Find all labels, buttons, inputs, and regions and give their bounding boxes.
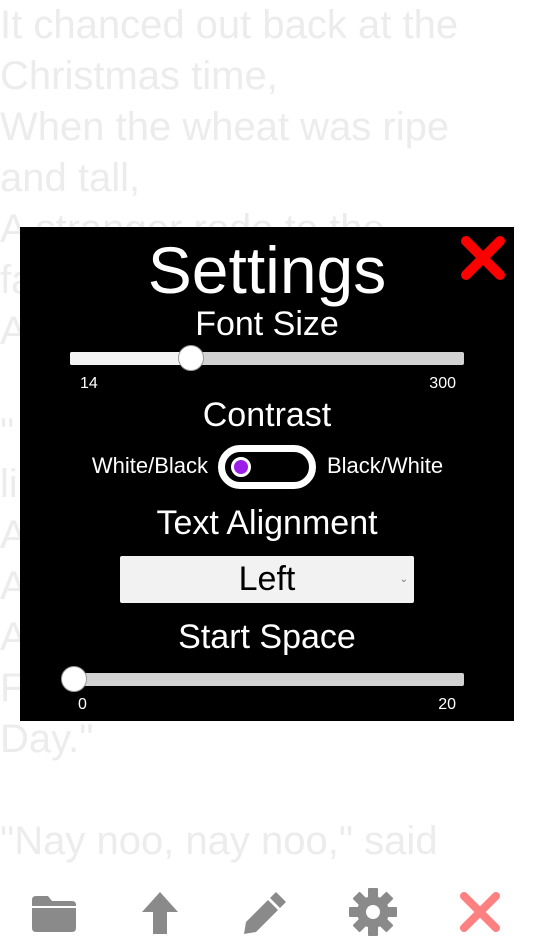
contrast-row: White/Black Black/White (20, 445, 514, 489)
text-line: Day." (0, 717, 94, 761)
font-size-slider-thumb[interactable] (178, 345, 205, 371)
contrast-toggle-knob (231, 457, 251, 477)
arrow-up-icon[interactable] (134, 886, 186, 938)
pencil-icon[interactable] (240, 886, 292, 938)
start-space-slider-thumb[interactable] (61, 666, 87, 692)
contrast-option-black-white: Black/White (327, 453, 444, 478)
text-alignment-select[interactable]: Left ⌄ (120, 556, 414, 603)
settings-title: Settings (147, 233, 387, 307)
font-size-slider[interactable] (70, 345, 464, 371)
start-space-max-label: 20 (438, 696, 456, 713)
text-line (0, 765, 534, 816)
contrast-label: Contrast (202, 396, 332, 434)
start-space-slider[interactable] (61, 666, 464, 692)
chevron-down-icon: ⌄ (399, 574, 408, 585)
close-icon[interactable] (454, 886, 506, 938)
contrast-toggle[interactable] (218, 445, 316, 489)
bottom-toolbar (0, 880, 534, 950)
text-line: It chanced out back at the (0, 3, 459, 47)
text-alignment-value: Left (238, 560, 296, 598)
font-size-max-label: 300 (429, 375, 456, 392)
text-line: When the wheat was ripe (0, 105, 450, 149)
font-size-min-label: 14 (80, 375, 98, 392)
font-size-slider-fill (70, 352, 192, 365)
text-line: and tall, (0, 156, 141, 200)
start-space-min-label: 0 (78, 696, 87, 713)
font-size-label: Font Size (195, 305, 339, 343)
start-space-label: Start Space (178, 618, 356, 656)
contrast-option-white-black: White/Black (91, 453, 208, 478)
text-line: "Nay noo, nay noo," said (0, 819, 438, 863)
settings-dialog: Settings Font Size 14 300 Contrast White… (20, 227, 514, 721)
text-alignment-label: Text Alignment (156, 504, 378, 542)
text-line: Christmas time, (0, 54, 278, 98)
folder-icon[interactable] (28, 886, 80, 938)
gear-icon[interactable] (347, 886, 399, 938)
